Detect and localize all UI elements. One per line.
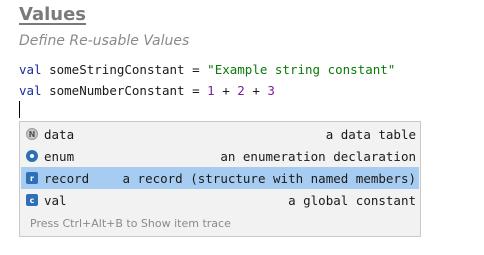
completion-item-record[interactable]: r record a record (structure with named …	[21, 167, 419, 189]
plus-operator: +	[222, 83, 230, 98]
code-line-string-constant[interactable]: val someStringConstant = "Example string…	[19, 62, 395, 77]
completion-item-val[interactable]: c val a global constant	[21, 189, 419, 211]
completion-item-description: a record (structure with named members)	[122, 170, 417, 186]
completion-item-description: a data table	[325, 126, 416, 142]
completion-popup[interactable]: N data a data table enum an enumeration …	[19, 121, 421, 237]
code-line-number-constant[interactable]: val someNumberConstant = 1 + 2 + 3	[19, 83, 275, 98]
text-cursor	[19, 101, 20, 118]
number-literal: 2	[237, 83, 245, 98]
section-subheading: Define Re-usable Values	[19, 33, 190, 49]
completion-item-label: enum	[44, 148, 75, 164]
assign-operator: =	[192, 62, 200, 77]
enum-icon	[26, 150, 38, 162]
val-keyword: val	[19, 62, 42, 77]
completion-footer-hint: Press Ctrl+Alt+B to Show item trace	[30, 217, 231, 230]
val-keyword: val	[19, 83, 42, 98]
completion-item-label: val	[44, 192, 67, 208]
number-literal: 3	[267, 83, 275, 98]
completion-item-description: a global constant	[288, 192, 416, 208]
plus-operator: +	[252, 83, 260, 98]
record-icon-glyph: r	[30, 173, 34, 183]
record-icon: r	[26, 172, 38, 184]
keyword-icon-glyph: N	[28, 129, 36, 139]
constant-name: someStringConstant	[49, 62, 185, 77]
string-literal: "Example string constant"	[207, 62, 396, 77]
keyword-icon: N	[26, 128, 38, 140]
val-icon-glyph: c	[29, 195, 35, 205]
val-icon: c	[26, 194, 38, 206]
completion-item-label: record	[44, 170, 90, 186]
assign-operator: =	[192, 83, 200, 98]
section-heading: Values	[19, 4, 86, 25]
completion-item-enum[interactable]: enum an enumeration declaration	[21, 145, 419, 167]
completion-item-data[interactable]: N data a data table	[21, 123, 419, 145]
completion-item-label: data	[44, 126, 75, 142]
number-literal: 1	[207, 83, 215, 98]
completion-item-description: an enumeration declaration	[220, 148, 416, 164]
constant-name: someNumberConstant	[49, 83, 185, 98]
